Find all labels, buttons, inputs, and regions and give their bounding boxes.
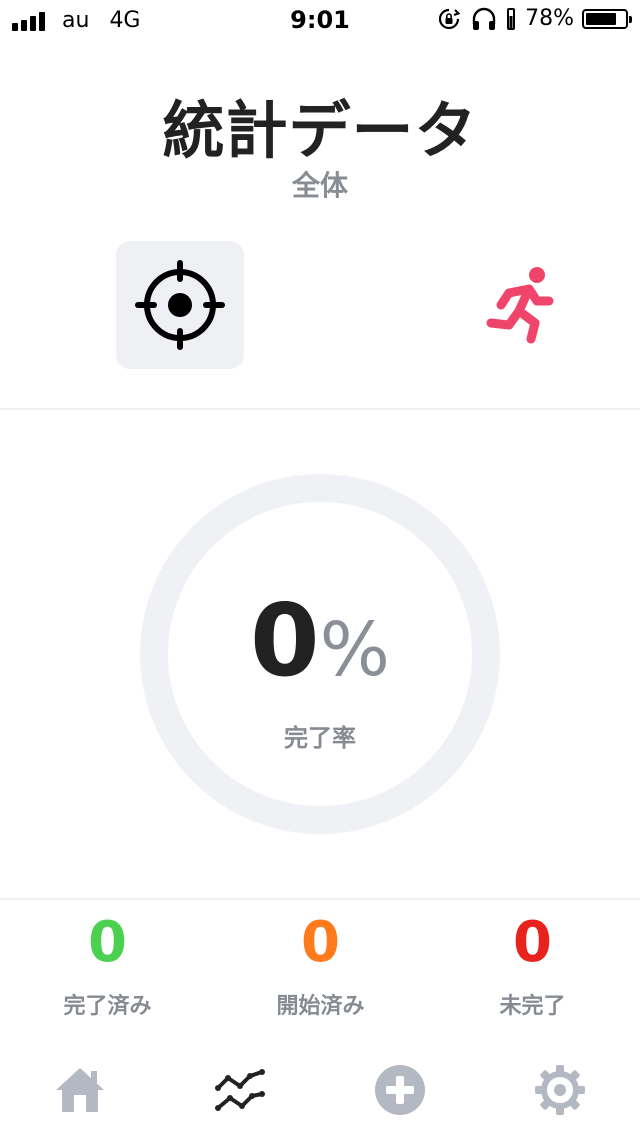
completion-unit: %: [319, 607, 390, 693]
stat-value: 0: [513, 910, 552, 975]
stat-label: 完了済み: [63, 994, 152, 1019]
statistics-screen: au 4G 9:01 78% 統計データ 全体 0% 完了率 0 完了済み 0 …: [0, 0, 640, 1136]
stat-completed: 0 完了済み: [1, 910, 214, 1020]
running-mode-button[interactable]: [455, 241, 583, 369]
gear-icon: [535, 1065, 585, 1115]
stat-label: 開始済み: [276, 994, 365, 1019]
charging-indicator-icon: [507, 7, 516, 30]
status-right: 78%: [437, 6, 632, 31]
stats-icon: [215, 1069, 265, 1111]
rotation-lock-icon: [437, 7, 461, 31]
tab-home[interactable]: [50, 1060, 110, 1120]
tab-add[interactable]: [370, 1060, 430, 1120]
target-icon: [135, 260, 225, 350]
home-icon: [56, 1068, 104, 1112]
stat-value: 0: [301, 910, 340, 975]
running-icon: [486, 267, 554, 344]
stat-label: 未完了: [499, 994, 566, 1019]
divider: [0, 898, 640, 900]
page-subtitle: 全体: [291, 169, 348, 202]
headphones-icon: [471, 7, 497, 31]
stat-value: 0: [88, 910, 127, 975]
completion-percent: 0%: [140, 582, 500, 699]
completion-value: 0: [250, 582, 320, 699]
stat-started: 0 開始済み: [214, 910, 427, 1020]
page-title: 統計データ: [162, 94, 478, 167]
completion-label: 完了率: [284, 724, 356, 752]
target-mode-button[interactable]: [116, 241, 244, 369]
battery-icon: [582, 8, 632, 29]
tab-statistics[interactable]: [210, 1060, 270, 1120]
divider: [0, 408, 640, 410]
tab-settings[interactable]: [530, 1060, 590, 1120]
status-bar: au 4G 9:01 78%: [0, 0, 640, 40]
battery-percent: 78%: [525, 6, 574, 31]
battery-fill: [586, 12, 616, 25]
add-icon: [375, 1065, 425, 1115]
completion-ring: 0% 完了率: [140, 474, 500, 834]
stat-incomplete: 0 未完了: [426, 910, 639, 1020]
